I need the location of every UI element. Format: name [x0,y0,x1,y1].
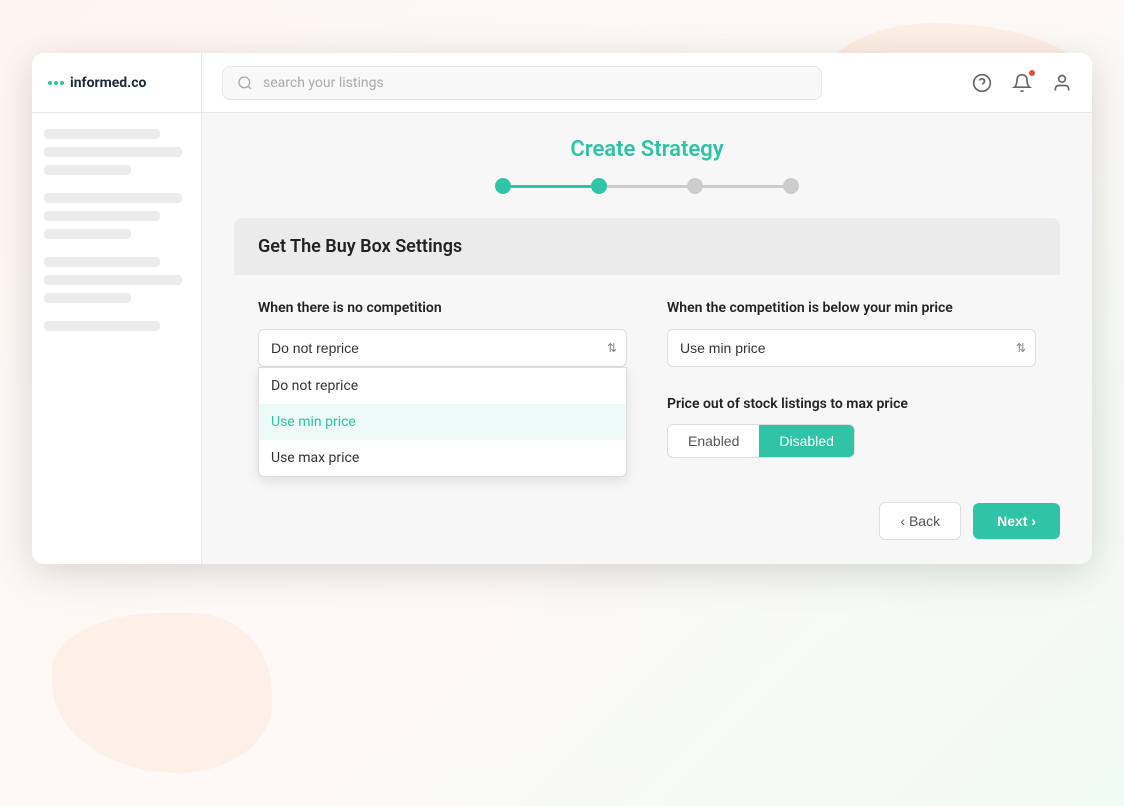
competition-below-label: When the competition is below your min p… [667,299,1036,319]
top-bar-icons [972,73,1072,93]
notification-badge [1028,69,1036,77]
search-icon [237,75,253,91]
main-layout: Create Strategy Get The Buy Box Sett [32,113,1092,564]
card-title: Get The Buy Box Settings [258,236,462,257]
competition-below-group: When the competition is below your min p… [667,299,1036,367]
logo-dots [48,81,64,85]
skeleton-group-2 [44,193,189,239]
no-competition-label: When there is no competition [258,299,627,319]
next-button[interactable]: Next › [973,503,1060,539]
sidebar [32,113,202,564]
skeleton-line [44,229,131,239]
step-line-3 [703,185,783,188]
logo-text: informed.co [70,75,146,91]
help-button[interactable] [972,73,992,93]
content-area: Create Strategy Get The Buy Box Sett [202,113,1092,564]
wizard-header: Create Strategy [234,137,1060,194]
sidebar-skeleton [44,129,189,339]
skeleton-group-3 [44,257,189,303]
no-competition-group: When there is no competition Do not repr… [258,299,627,367]
toggle-disabled-button[interactable]: Disabled [759,425,853,457]
skeleton-line [44,193,182,203]
competition-below-select-wrapper: Use min price Use max price Do not repri… [667,329,1036,367]
step-dot-4 [783,178,799,194]
app-window: informed.co search your listings [32,53,1092,564]
profile-button[interactable] [1052,73,1072,93]
step-dot-1 [495,178,511,194]
step-line-1 [511,185,591,188]
logo-dot-1 [48,81,52,85]
search-area[interactable]: search your listings [222,66,822,100]
no-competition-select-wrapper: Do not reprice Use min price Use max pri… [258,329,627,367]
card-footer: ‹ Back Next › [234,486,1060,540]
settings-card: Get The Buy Box Settings When there is n… [234,218,1060,486]
step-dot-2 [591,178,607,194]
logo-dot-2 [54,81,58,85]
sidebar-logo-area: informed.co [32,53,202,113]
wizard-title: Create Strategy [234,137,1060,162]
search-placeholder: search your listings [263,75,384,91]
skeleton-line [44,129,160,139]
skeleton-group-4 [44,321,189,331]
skeleton-group-1 [44,129,189,175]
dropdown-item-use-min[interactable]: Use min price [259,404,626,440]
no-competition-dropdown: Do not reprice Use min price Use max pri… [258,367,627,477]
help-icon [972,73,992,93]
logo: informed.co [48,75,146,91]
top-bar: informed.co search your listings [32,53,1092,113]
step-progress [234,178,1060,194]
user-icon [1052,73,1072,93]
out-of-stock-group: Price out of stock listings to max price… [667,395,1036,463]
notification-button[interactable] [1012,73,1032,93]
dropdown-item-do-not-reprice[interactable]: Do not reprice [259,368,626,404]
step-line-2 [607,185,687,188]
toggle-enabled-button[interactable]: Enabled [668,425,759,457]
step-dot-3 [687,178,703,194]
top-bar-main: search your listings [202,66,1092,100]
skeleton-line [44,293,131,303]
dropdown-item-use-max[interactable]: Use max price [259,440,626,476]
card-body: When there is no competition Do not repr… [234,275,1060,486]
skeleton-line [44,147,182,157]
card-header: Get The Buy Box Settings [234,218,1060,275]
out-of-stock-label: Price out of stock listings to max price [667,395,1036,415]
no-competition-select[interactable]: Do not reprice Use min price Use max pri… [258,329,627,367]
back-button[interactable]: ‹ Back [879,502,961,540]
skeleton-line [44,257,160,267]
skeleton-line [44,211,160,221]
skeleton-line [44,321,160,331]
logo-dot-3 [60,81,64,85]
skeleton-line [44,275,182,285]
skeleton-line [44,165,131,175]
blob-bottom-left [52,613,272,773]
out-of-stock-toggle: Enabled Disabled [667,424,855,458]
competition-below-select[interactable]: Use min price Use max price Do not repri… [667,329,1036,367]
window-wrapper: informed.co search your listings [32,53,1092,753]
